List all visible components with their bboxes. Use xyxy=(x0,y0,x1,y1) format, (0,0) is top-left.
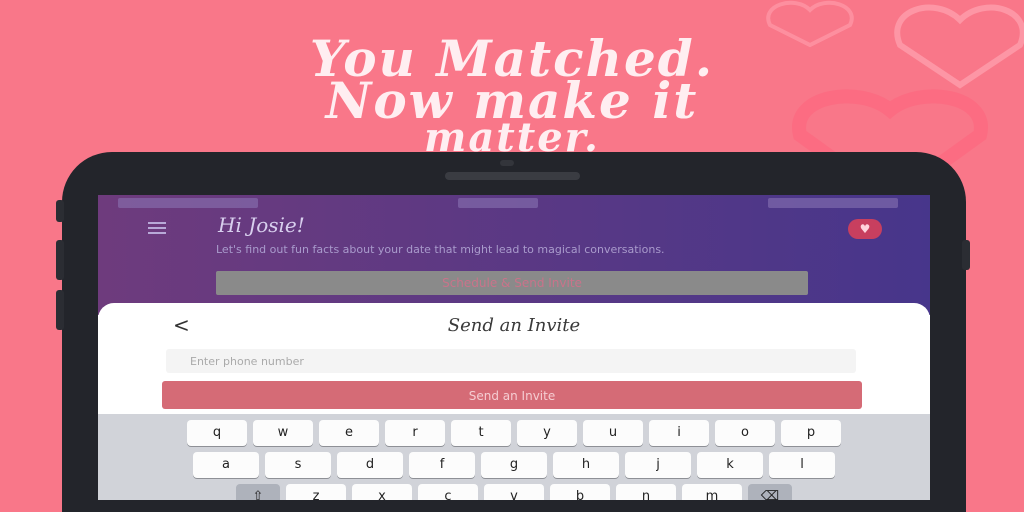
key-k[interactable]: k xyxy=(697,452,763,478)
key-t[interactable]: t xyxy=(451,420,511,446)
keyboard-row-1: q w e r t y u i o p xyxy=(98,420,930,446)
key-f[interactable]: f xyxy=(409,452,475,478)
key-h[interactable]: h xyxy=(553,452,619,478)
key-d[interactable]: d xyxy=(337,452,403,478)
key-u[interactable]: u xyxy=(583,420,643,446)
key-b[interactable]: b xyxy=(550,484,610,500)
key-o[interactable]: o xyxy=(715,420,775,446)
key-c[interactable]: c xyxy=(418,484,478,500)
key-p[interactable]: p xyxy=(781,420,841,446)
key-s[interactable]: s xyxy=(265,452,331,478)
key-i[interactable]: i xyxy=(649,420,709,446)
key-y[interactable]: y xyxy=(517,420,577,446)
phone-camera xyxy=(500,160,514,166)
sheet-title: Send an Invite xyxy=(447,315,581,336)
status-bar-carrier xyxy=(118,198,258,208)
key-v[interactable]: v xyxy=(484,484,544,500)
key-x[interactable]: x xyxy=(352,484,412,500)
phone-side-button xyxy=(962,240,970,270)
status-bar-battery xyxy=(768,198,898,208)
key-e[interactable]: e xyxy=(319,420,379,446)
keyboard: q w e r t y u i o p a s d f g h j k l ⇧ … xyxy=(98,414,930,500)
key-a[interactable]: a xyxy=(193,452,259,478)
key-n[interactable]: n xyxy=(616,484,676,500)
heart-icon[interactable]: ♥ xyxy=(848,219,882,239)
key-w[interactable]: w xyxy=(253,420,313,446)
send-invite-button[interactable]: Send an Invite xyxy=(162,381,862,409)
app-header: Hi Josie! Let's find out fun facts about… xyxy=(98,195,930,315)
key-l[interactable]: l xyxy=(769,452,835,478)
status-bar-time xyxy=(458,198,538,208)
header-description: Let's find out fun facts about your date… xyxy=(216,243,665,256)
phone-number-input[interactable] xyxy=(166,349,856,373)
phone-side-button xyxy=(56,200,64,222)
phone-side-button xyxy=(56,290,64,330)
key-g[interactable]: g xyxy=(481,452,547,478)
key-z[interactable]: z xyxy=(286,484,346,500)
greeting: Hi Josie! xyxy=(218,213,305,237)
key-j[interactable]: j xyxy=(625,452,691,478)
shift-key[interactable]: ⇧ xyxy=(236,484,280,500)
keyboard-row-2: a s d f g h j k l xyxy=(98,452,930,478)
backspace-key[interactable]: ⌫ xyxy=(748,484,792,500)
keyboard-row-3: ⇧ z x c v b n m ⌫ xyxy=(98,484,930,500)
phone-speaker xyxy=(445,172,580,180)
key-q[interactable]: q xyxy=(187,420,247,446)
schedule-invite-button[interactable]: Schedule & Send Invite xyxy=(216,271,808,295)
phone-side-button xyxy=(56,240,64,280)
key-m[interactable]: m xyxy=(682,484,742,500)
phone-screen: Hi Josie! Let's find out fun facts about… xyxy=(98,195,930,500)
menu-icon[interactable] xyxy=(148,222,166,234)
key-r[interactable]: r xyxy=(385,420,445,446)
